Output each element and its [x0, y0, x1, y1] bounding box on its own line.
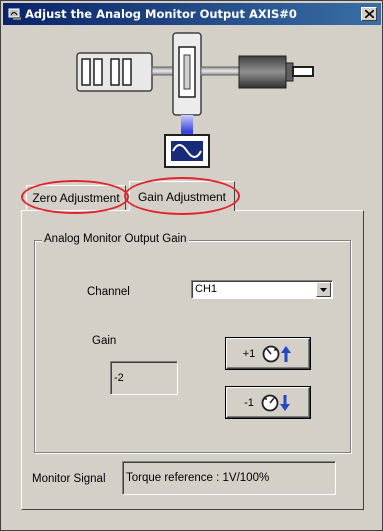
monitor-signal-label: Monitor Signal — [32, 473, 106, 485]
gain-increment-button[interactable]: +1 — [226, 338, 310, 369]
close-button[interactable] — [361, 7, 377, 21]
gain-value-field: -2 — [110, 361, 178, 395]
channel-label: Channel — [87, 286, 130, 298]
cable-right — [200, 66, 240, 76]
group-legend: Analog Monitor Output Gain — [42, 233, 189, 245]
gain-value: -2 — [114, 372, 124, 384]
increment-label: +1 — [242, 347, 256, 360]
monitor-signal-field: Torque reference : 1V/100% — [122, 461, 336, 495]
dial-down-icon — [261, 394, 290, 411]
cable-left — [151, 66, 174, 76]
gain-decrement-button[interactable]: -1 — [226, 387, 310, 418]
tab-gain-adjustment-label: Gain Adjustment — [137, 189, 227, 204]
tab-gain-adjustment[interactable]: Gain Adjustment — [129, 181, 235, 211]
chevron-down-icon[interactable] — [316, 282, 331, 297]
monitor-signal-value: Torque reference : 1V/100% — [126, 472, 270, 484]
analog-monitor-diagram — [76, 32, 314, 168]
tab-zero-adjustment-label: Zero Adjustment — [32, 191, 120, 205]
gain-label: Gain — [92, 335, 117, 347]
channel-value: CH1 — [195, 283, 218, 295]
gain-adjustment-panel: Analog Monitor Output Gain Channel CH1 G… — [21, 210, 364, 510]
app-icon — [8, 7, 22, 21]
output-gain-group: Analog Monitor Output Gain Channel CH1 G… — [34, 233, 351, 453]
controller-icon — [76, 52, 153, 92]
servomotor-icon — [238, 55, 314, 89]
oscilloscope-icon — [164, 134, 210, 168]
dial-up-icon — [262, 345, 292, 362]
close-icon — [365, 10, 374, 18]
servopack-icon — [172, 32, 202, 116]
title-bar[interactable]: Adjust the Analog Monitor Output AXIS#0 — [3, 3, 381, 25]
window-title: Adjust the Analog Monitor Output AXIS#0 — [25, 7, 297, 21]
decrement-label: -1 — [244, 396, 254, 409]
channel-select[interactable]: CH1 — [191, 280, 333, 299]
tab-zero-adjustment[interactable]: Zero Adjustment — [26, 185, 126, 211]
dialog-window: Adjust the Analog Monitor Output AXIS#0 — [0, 0, 383, 531]
